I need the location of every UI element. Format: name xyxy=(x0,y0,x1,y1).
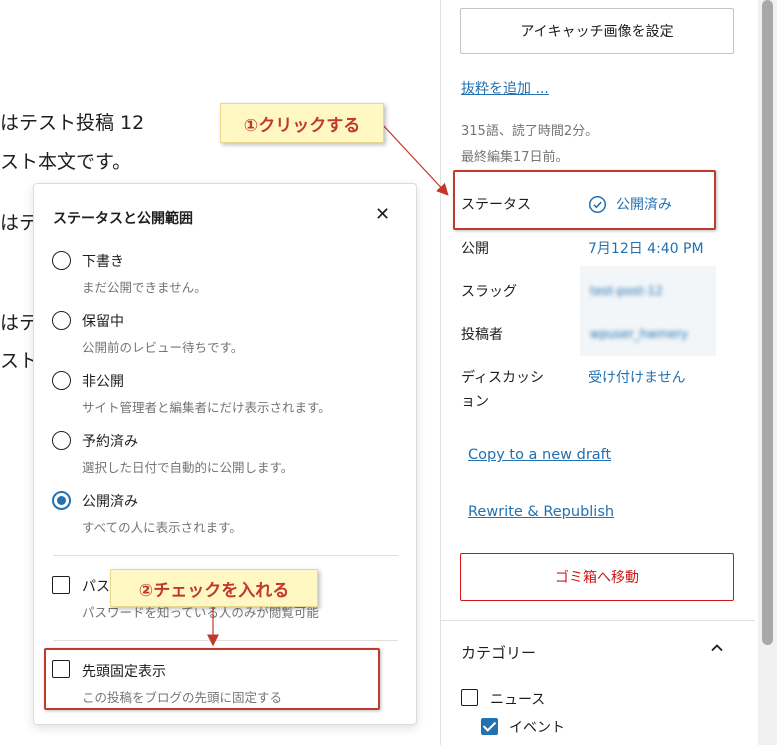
callout-click: ①クリックする xyxy=(220,103,384,143)
arrow-to-status xyxy=(381,123,449,196)
annotation-arrows xyxy=(207,123,449,647)
callout-check: ②チェックを入れる xyxy=(110,569,318,607)
